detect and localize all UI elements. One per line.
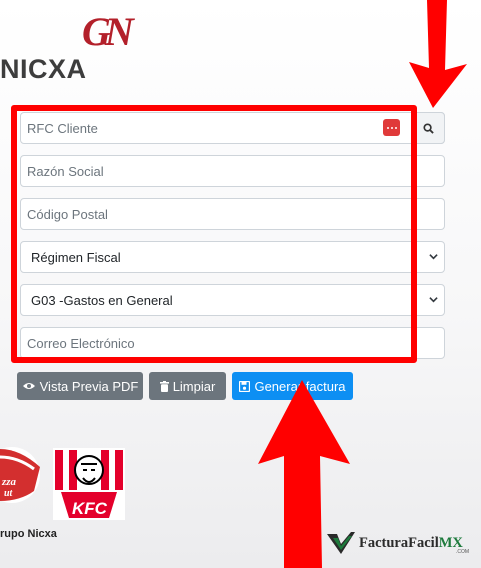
clear-button[interactable]: Limpiar xyxy=(149,372,226,400)
brand-name: NICXA xyxy=(0,54,87,84)
brand-monogram: GN xyxy=(82,9,134,54)
regimen-fiscal-select[interactable]: Régimen Fiscal xyxy=(20,241,445,273)
chevron-down-icon xyxy=(429,252,438,261)
facturafacil-name: FacturaFacil xyxy=(359,534,439,551)
svg-text:KFC: KFC xyxy=(72,499,108,518)
regimen-fiscal-value: Régimen Fiscal xyxy=(31,249,121,265)
svg-text:ut: ut xyxy=(4,488,14,499)
codigo-postal-placeholder: Código Postal xyxy=(27,206,108,222)
group-name: rupo Nicxa xyxy=(0,528,57,540)
annotation-arrow-down xyxy=(409,0,467,108)
uso-cfdi-select[interactable]: G03 -Gastos en General xyxy=(20,284,445,316)
razon-social-input[interactable]: Razón Social xyxy=(20,155,445,187)
razon-social-placeholder: Razón Social xyxy=(27,163,104,179)
eye-icon xyxy=(22,383,35,389)
rfc-placeholder: RFC Cliente xyxy=(27,120,98,136)
uso-cfdi-value: G03 -Gastos en General xyxy=(31,292,173,308)
facturafacil-logo: FacturaFacilMX .COM xyxy=(327,532,469,555)
correo-placeholder: Correo Electrónico xyxy=(27,335,135,351)
preview-pdf-label: Vista Previa PDF xyxy=(39,378,139,394)
correo-input[interactable]: Correo Electrónico xyxy=(20,327,445,359)
kfc-logo: KFC xyxy=(53,448,125,520)
search-icon xyxy=(423,122,434,134)
clear-label: Limpiar xyxy=(172,378,216,394)
search-button[interactable] xyxy=(412,112,445,144)
rfc-input[interactable]: RFC Cliente xyxy=(20,112,445,144)
codigo-postal-input[interactable]: Código Postal xyxy=(20,198,445,230)
facturafacil-check-icon xyxy=(327,532,355,554)
chevron-down-icon xyxy=(429,295,438,304)
preview-pdf-button[interactable]: Vista Previa PDF xyxy=(17,372,143,400)
facturafacil-com: .COM xyxy=(456,549,470,555)
save-icon xyxy=(239,380,251,392)
pizza-hut-logo: zza ut xyxy=(0,447,40,503)
trash-icon xyxy=(159,380,169,392)
more-options-icon[interactable] xyxy=(383,119,400,136)
svg-text:zza: zza xyxy=(1,476,17,488)
